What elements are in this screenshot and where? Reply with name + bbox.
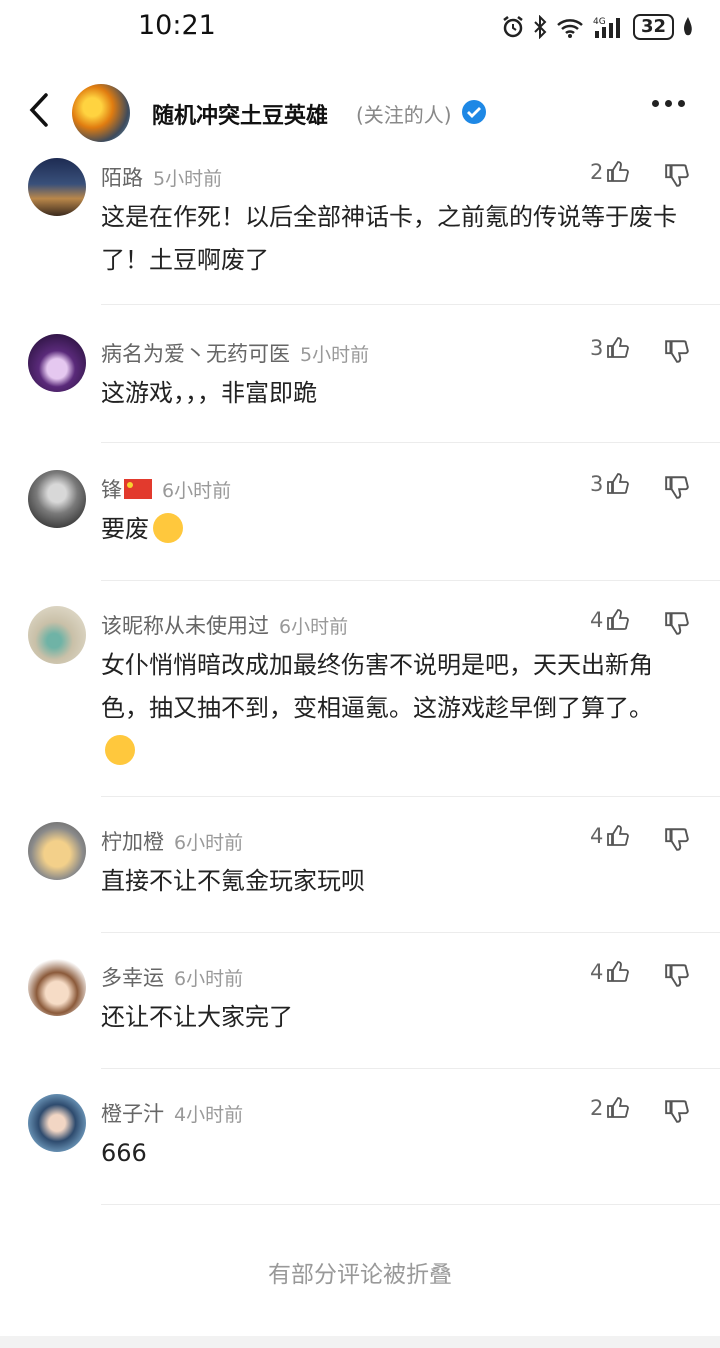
thumbs-up-icon bbox=[607, 473, 630, 494]
charging-icon bbox=[684, 17, 692, 36]
follow-tag: (关注的人) bbox=[356, 103, 452, 127]
comment-text: 还让不让大家完了 bbox=[101, 1003, 293, 1031]
status-time: 10:21 bbox=[138, 10, 216, 41]
avatar[interactable] bbox=[28, 334, 86, 392]
thumbs-up-icon bbox=[607, 1097, 630, 1118]
status-icons: 4G 32 bbox=[501, 14, 694, 40]
page-header: 随机冲突土豆英雄 (关注的人) bbox=[0, 78, 720, 146]
comment-author[interactable]: 陌路 bbox=[101, 166, 143, 190]
like-button[interactable]: 4 bbox=[590, 960, 630, 984]
like-button[interactable]: 2 bbox=[590, 160, 630, 184]
chevron-left-icon[interactable] bbox=[22, 90, 56, 130]
china-flag-icon bbox=[124, 479, 152, 499]
comment-time: 6小时前 bbox=[279, 616, 349, 638]
avatar[interactable] bbox=[28, 606, 86, 664]
page-title[interactable]: 随机冲突土豆英雄 bbox=[152, 98, 328, 130]
avatar[interactable] bbox=[28, 958, 86, 1016]
divider bbox=[101, 304, 720, 305]
divider bbox=[101, 796, 720, 797]
comment-text: 要废 bbox=[101, 515, 149, 543]
divider bbox=[101, 932, 720, 933]
thumbs-down-icon[interactable] bbox=[664, 162, 690, 188]
divider bbox=[101, 1204, 720, 1205]
divider bbox=[101, 442, 720, 443]
comment-author[interactable]: 病名为爱丶无药可医 bbox=[101, 342, 290, 366]
verified-check-icon bbox=[462, 100, 486, 124]
avatar[interactable] bbox=[28, 470, 86, 528]
like-button[interactable]: 3 bbox=[590, 336, 630, 360]
like-button[interactable]: 2 bbox=[590, 1096, 630, 1120]
comment-author[interactable]: 该昵称从未使用过 bbox=[101, 614, 269, 638]
like-count: 2 bbox=[590, 160, 604, 184]
thumbs-up-icon bbox=[607, 961, 630, 982]
thumbs-down-icon[interactable] bbox=[664, 962, 690, 988]
comment-author[interactable]: 柠加橙 bbox=[101, 830, 164, 854]
thumbs-down-icon[interactable] bbox=[664, 826, 690, 852]
comment-author[interactable]: 多幸运 bbox=[101, 966, 164, 990]
avatar[interactable] bbox=[28, 158, 86, 216]
crying-laughing-emoji-icon bbox=[153, 513, 183, 543]
folded-comments-link[interactable]: 有部分评论被折叠 bbox=[0, 1255, 720, 1289]
comment-time: 5小时前 bbox=[300, 344, 370, 366]
status-bar: 10:21 4G 32 bbox=[0, 0, 720, 60]
like-count: 4 bbox=[590, 608, 604, 632]
like-button[interactable]: 4 bbox=[590, 608, 630, 632]
thumbs-up-icon bbox=[607, 825, 630, 846]
avatar[interactable] bbox=[28, 1094, 86, 1152]
like-count: 4 bbox=[590, 824, 604, 848]
comment-time: 6小时前 bbox=[174, 968, 244, 990]
comment-time: 4小时前 bbox=[174, 1104, 244, 1126]
comment-time: 5小时前 bbox=[153, 168, 223, 190]
comment-time: 6小时前 bbox=[174, 832, 244, 854]
thumbs-up-icon bbox=[607, 609, 630, 630]
comment-text: 直接不让不氪金玩家玩呗 bbox=[101, 867, 365, 895]
wifi-icon bbox=[557, 19, 583, 38]
comment-author[interactable]: 橙子汁 bbox=[101, 1102, 164, 1126]
comment-author[interactable]: 锋 bbox=[101, 478, 122, 502]
comment-text: 这游戏，，，非富即跪 bbox=[101, 379, 317, 407]
like-count: 3 bbox=[590, 336, 604, 360]
comment-text: 这是在作死！以后全部神话卡，之前氪的传说等于废卡了！土豆啊废了 bbox=[101, 203, 677, 274]
thumbs-up-icon bbox=[607, 337, 630, 358]
divider bbox=[101, 580, 720, 581]
game-avatar[interactable] bbox=[72, 84, 130, 142]
like-button[interactable]: 3 bbox=[590, 472, 630, 496]
grinning-emoji-icon bbox=[105, 735, 135, 765]
avatar[interactable] bbox=[28, 822, 86, 880]
thumbs-down-icon[interactable] bbox=[664, 610, 690, 636]
battery-indicator: 32 bbox=[632, 14, 674, 40]
thumbs-down-icon[interactable] bbox=[664, 338, 690, 364]
comment-text: 女仆悄悄暗改成加最终伤害不说明是吧，天天出新角色，抽又抽不到，变相逼氪。这游戏趁… bbox=[101, 651, 653, 722]
signal-icon: 4G bbox=[593, 17, 620, 38]
like-count: 3 bbox=[590, 472, 604, 496]
like-count: 2 bbox=[590, 1096, 604, 1120]
divider bbox=[101, 1068, 720, 1069]
like-count: 4 bbox=[590, 960, 604, 984]
alarm-icon bbox=[503, 16, 523, 38]
more-dots-icon[interactable] bbox=[652, 100, 685, 107]
thumbs-up-icon bbox=[607, 161, 630, 182]
comment-text: 666 bbox=[101, 1139, 147, 1167]
bottom-band bbox=[0, 1336, 720, 1348]
thumbs-down-icon[interactable] bbox=[664, 1098, 690, 1124]
thumbs-down-icon[interactable] bbox=[664, 474, 690, 500]
bluetooth-icon bbox=[534, 15, 547, 39]
comment-time: 6小时前 bbox=[162, 480, 232, 502]
svg-text:4G: 4G bbox=[593, 17, 606, 27]
like-button[interactable]: 4 bbox=[590, 824, 630, 848]
